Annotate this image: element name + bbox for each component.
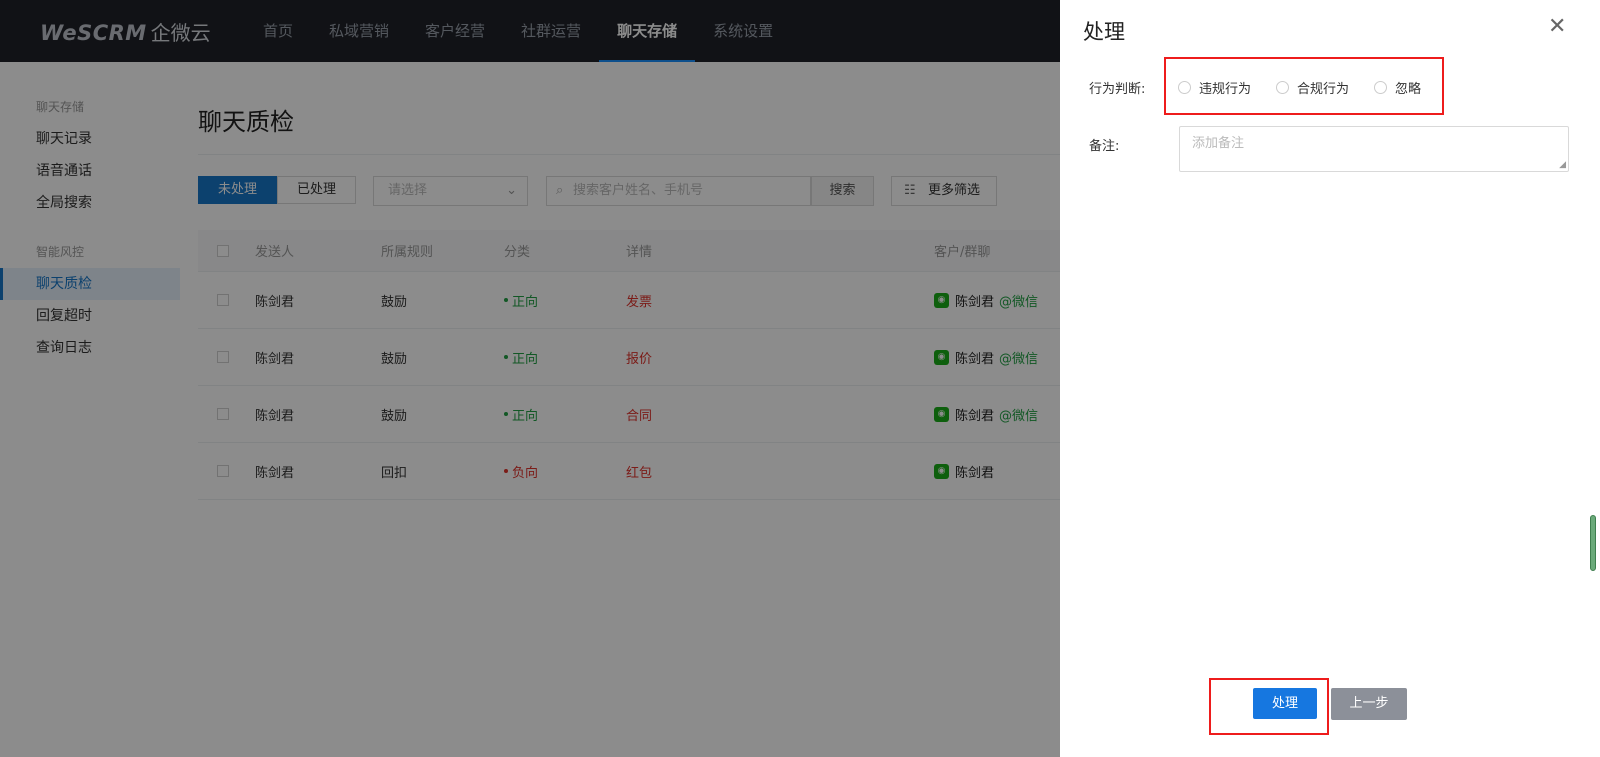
process-drawer: 处理 ✕ 行为判断: 违规行为 合规行为 忽略 备注: 添加备注 ◢ 处理 上一… — [1060, 0, 1600, 757]
previous-step-button[interactable]: 上一步 — [1331, 688, 1407, 720]
highlight-box-radios — [1164, 57, 1444, 115]
note-placeholder: 添加备注 — [1192, 136, 1245, 151]
note-label: 备注: — [1089, 139, 1120, 154]
scrollbar-thumb[interactable] — [1590, 515, 1596, 571]
close-icon[interactable]: ✕ — [1548, 14, 1566, 39]
judgement-label: 行为判断: — [1089, 82, 1146, 97]
drawer-title: 处理 — [1083, 20, 1125, 44]
resize-grip-icon[interactable]: ◢ — [1559, 160, 1566, 170]
note-textarea[interactable]: 添加备注 ◢ — [1179, 126, 1569, 172]
highlight-box-submit — [1209, 678, 1329, 735]
